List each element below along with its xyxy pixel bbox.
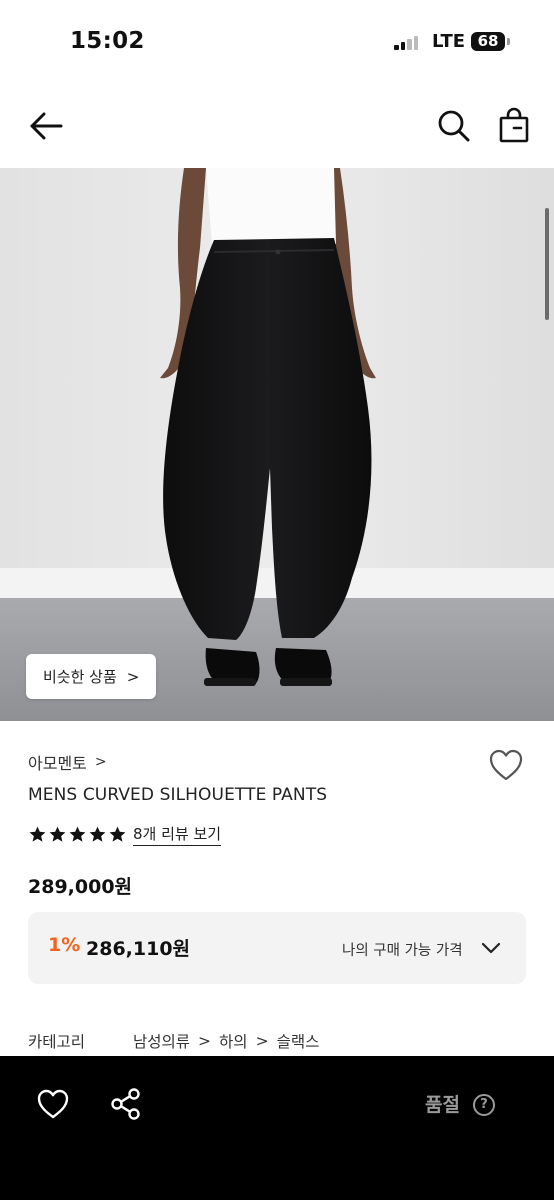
category-breadcrumb: 남성의류 > 하의 > 슬랙스 [133, 1030, 319, 1052]
star-icon [69, 826, 86, 842]
rating-stars [28, 825, 127, 844]
share-icon[interactable] [110, 1086, 142, 1122]
app-header [0, 84, 554, 168]
discount-rate: 1% [48, 934, 81, 956]
heart-icon[interactable] [36, 1088, 70, 1120]
battery-cap [507, 38, 510, 45]
scrollbar[interactable] [545, 208, 549, 320]
chevron-right-icon: > [198, 1032, 212, 1050]
product-name: MENS CURVED SILHOUETTE PANTS [28, 785, 328, 805]
chevron-right-icon: > [94, 754, 107, 770]
category-item[interactable]: 하의 [219, 1030, 248, 1052]
brand-name: 아모멘토 [28, 754, 87, 773]
status-time: 15:02 [70, 28, 145, 54]
star-icon [89, 826, 106, 842]
heart-icon[interactable] [488, 748, 524, 782]
soldout-status: 품절 [425, 1094, 460, 1116]
chevron-right-icon: > [255, 1032, 269, 1050]
similar-products-button[interactable]: 비슷한 상품 > [26, 654, 156, 699]
category-label: 카테고리 [28, 1033, 86, 1051]
network-type: LTE [432, 31, 466, 52]
review-link[interactable]: 8개 리뷰 보기 [133, 823, 222, 846]
chevron-down-icon [480, 939, 502, 957]
status-bar: 15:02 LTE 68 [0, 0, 554, 84]
category-item[interactable]: 남성의류 [133, 1030, 190, 1052]
brand-link[interactable]: 아모멘토 > [28, 750, 107, 774]
similar-products-label: 비슷한 상품 [43, 668, 117, 686]
my-price-label: 나의 구매 가능 가격 [342, 943, 463, 959]
star-icon [29, 826, 46, 842]
product-image[interactable]: 비슷한 상품 > [0, 168, 554, 721]
signal-icon [394, 36, 422, 50]
chevron-right-icon: > [126, 667, 140, 686]
bottom-action-bar: 품절 ? [0, 1056, 554, 1200]
product-price: 289,000원 [28, 876, 133, 898]
rating-row: 8개 리뷰 보기 [28, 822, 222, 846]
shopping-bag-icon[interactable] [496, 106, 532, 144]
star-icon [109, 826, 126, 842]
search-icon[interactable] [436, 108, 472, 144]
my-price-dropdown[interactable]: 1% 286,110원 나의 구매 가능 가격 [28, 912, 526, 984]
help-icon[interactable]: ? [473, 1094, 495, 1116]
star-icon [49, 826, 66, 842]
my-price-value: 286,110원 [86, 938, 191, 960]
back-arrow-icon[interactable] [26, 108, 66, 144]
category-item[interactable]: 슬랙스 [277, 1030, 320, 1052]
battery-icon: 68 [471, 32, 505, 51]
